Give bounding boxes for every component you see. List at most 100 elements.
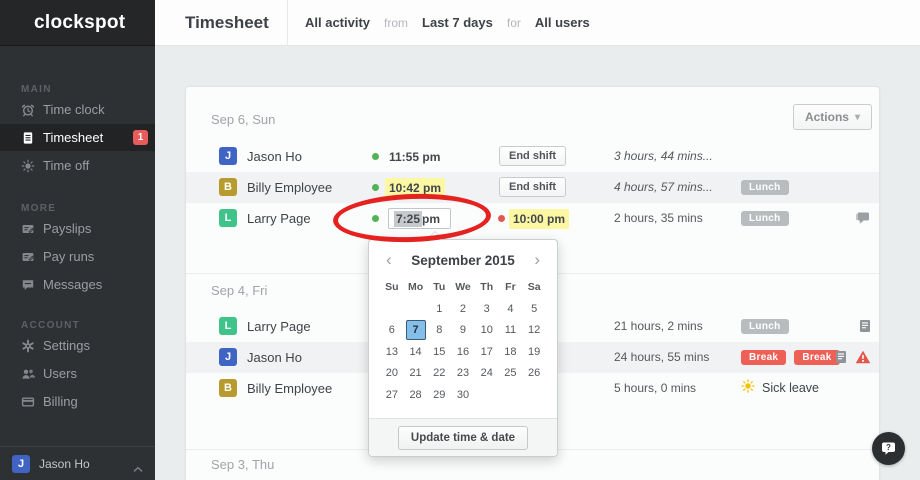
table-row[interactable]: L Larry Page 7:25 pm 10:00 pm 2 hours, 3…: [186, 203, 879, 234]
sidebar-item-users[interactable]: Users: [0, 360, 155, 387]
clock-out-time[interactable]: 10:00 pm: [509, 209, 570, 229]
chat-bubble-icon: [20, 277, 35, 292]
sidebar-item-pay-runs[interactable]: Pay runs: [0, 243, 155, 270]
nav-group-label-account: ACCOUNT: [21, 320, 81, 331]
clock-out-status-dot: [498, 215, 505, 222]
end-shift-button[interactable]: End shift: [499, 177, 567, 197]
calendar-day-2[interactable]: 2: [451, 298, 475, 320]
svg-text:?: ?: [886, 443, 891, 452]
calendar-day-8[interactable]: 8: [427, 320, 451, 342]
filter-word-from: from: [384, 15, 409, 30]
duration: 2 hours, 35 mins: [614, 211, 703, 225]
table-row[interactable]: B Billy Employee 10:42 pm End shift 4 ho…: [186, 172, 879, 203]
clock-in-status-dot: [372, 215, 379, 222]
chevron-up-icon: [133, 460, 143, 478]
section-date-sep4: Sep 4, Fri: [211, 283, 268, 298]
sidebar-item-label: Users: [43, 366, 77, 381]
lunch-badge: Lunch: [741, 180, 789, 195]
clock-in-status-dot: [372, 153, 379, 160]
calendar-day-18[interactable]: 18: [499, 341, 523, 363]
calendar-day-27[interactable]: 27: [380, 384, 404, 406]
calendar-day-22[interactable]: 22: [427, 363, 451, 385]
sidebar-item-timesheet[interactable]: Timesheet 1: [0, 124, 155, 151]
warning-icon[interactable]: [855, 350, 871, 369]
update-time-date-button[interactable]: Update time & date: [397, 425, 529, 450]
calendar-day-16[interactable]: 16: [451, 341, 475, 363]
end-shift-button[interactable]: End shift: [499, 146, 567, 166]
table-row[interactable]: J Jason Ho 11:55 pm End shift 3 hours, 4…: [186, 141, 879, 172]
calendar-day-10[interactable]: 10: [475, 320, 499, 342]
avatar: B: [219, 379, 237, 397]
sidebar-item-payslips[interactable]: Payslips: [0, 215, 155, 242]
lunch-badge: Lunch: [741, 319, 789, 334]
calendar-day-26[interactable]: 26: [522, 363, 546, 385]
calendar-day-20[interactable]: 20: [380, 363, 404, 385]
calendar-month-title: September 2015: [411, 253, 515, 268]
calendar-day-30[interactable]: 30: [451, 384, 475, 406]
calendar-day-12[interactable]: 12: [522, 320, 546, 342]
chevron-down-icon: ▾: [854, 111, 860, 123]
clock-in-time[interactable]: 10:42 pm: [385, 178, 446, 198]
calendar-day-empty: [499, 384, 523, 406]
payslip-icon: [20, 249, 35, 264]
calendar-prev-button[interactable]: ‹: [386, 250, 392, 270]
calendar-day-13[interactable]: 13: [380, 341, 404, 363]
calendar-weekdays: Su Mo Tu We Th Fr Sa: [380, 281, 546, 296]
calendar-day-25[interactable]: 25: [499, 363, 523, 385]
calendar-weekday: We: [455, 281, 471, 293]
sidebar-item-label: Billing: [43, 394, 78, 409]
duration: 5 hours, 0 mins: [614, 381, 697, 395]
sidebar-item-label: Settings: [43, 338, 90, 353]
logo-area: clockspot: [0, 0, 155, 46]
sidebar-item-messages[interactable]: Messages: [0, 271, 155, 298]
calendar-day-15[interactable]: 15: [427, 341, 451, 363]
calendar-day-4[interactable]: 4: [499, 298, 523, 320]
calendar-day-6[interactable]: 6: [380, 320, 404, 342]
calendar-day-7[interactable]: 7: [405, 320, 426, 341]
actions-button[interactable]: Actions ▾: [792, 104, 872, 130]
comment-icon[interactable]: [855, 211, 871, 230]
calendar-day-1[interactable]: 1: [427, 298, 451, 320]
calendar-day-9[interactable]: 9: [451, 320, 475, 342]
calendar-day-19[interactable]: 19: [522, 341, 546, 363]
calendar-day-11[interactable]: 11: [499, 320, 523, 342]
clock-in-time[interactable]: 11:55 pm: [385, 147, 444, 167]
calendar-day-29[interactable]: 29: [427, 384, 451, 406]
note-icon[interactable]: [859, 319, 871, 338]
filter-users[interactable]: All users: [535, 15, 590, 30]
calendar-footer: Update time & date: [369, 418, 557, 456]
calendar-day-23[interactable]: 23: [451, 363, 475, 385]
break-badge: Break: [794, 350, 840, 365]
topbar-divider: [287, 0, 288, 46]
sidebar-item-label: Time off: [43, 158, 90, 173]
sidebar-item-settings[interactable]: Settings: [0, 332, 155, 359]
leave-label: Sick leave: [762, 381, 819, 395]
clock-in-time-input[interactable]: 7:25 pm: [388, 208, 451, 229]
calendar-day-21[interactable]: 21: [404, 363, 428, 385]
sidebar-user-menu[interactable]: J Jason Ho: [0, 446, 155, 480]
sidebar-item-time-off[interactable]: Time off: [0, 152, 155, 179]
duration: 21 hours, 2 mins: [614, 319, 703, 333]
employee-name: Jason Ho: [247, 149, 302, 164]
help-button[interactable]: ?: [872, 432, 905, 465]
sun-icon: [741, 373, 755, 404]
sidebar-item-billing[interactable]: Billing: [0, 388, 155, 415]
calendar-day-28[interactable]: 28: [404, 384, 428, 406]
avatar: J: [219, 348, 237, 366]
sidebar-item-label: Payslips: [43, 221, 92, 236]
calendar-next-button[interactable]: ›: [534, 250, 540, 270]
note-icon[interactable]: [835, 350, 847, 369]
filter-bar: All activity from Last 7 days for All us…: [305, 15, 590, 30]
nav-group-label-more: MORE: [21, 203, 57, 214]
calendar-weekday: Tu: [433, 281, 446, 293]
calendar-day-5[interactable]: 5: [522, 298, 546, 320]
filter-date-range[interactable]: Last 7 days: [422, 15, 493, 30]
sidebar-item-time-clock[interactable]: Time clock: [0, 96, 155, 123]
filter-activity[interactable]: All activity: [305, 15, 370, 30]
calendar-day-24[interactable]: 24: [475, 363, 499, 385]
calendar-weekday: Su: [385, 281, 399, 293]
calendar-day-17[interactable]: 17: [475, 341, 499, 363]
calendar-day-3[interactable]: 3: [475, 298, 499, 320]
sidebar-item-label: Pay runs: [43, 249, 95, 264]
calendar-day-14[interactable]: 14: [404, 341, 428, 363]
